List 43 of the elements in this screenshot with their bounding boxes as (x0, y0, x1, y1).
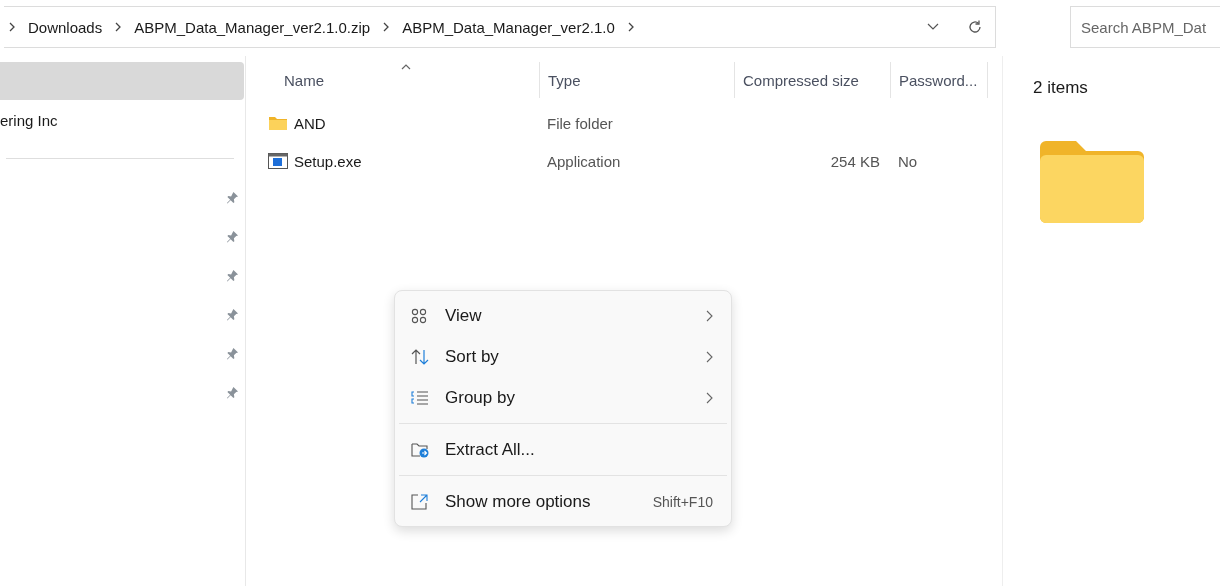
breadcrumb-item[interactable]: Downloads (28, 18, 103, 36)
chevron-icon (626, 22, 635, 32)
breadcrumb-item[interactable]: ABPM_Data_Manager_ver2.1.0 (402, 18, 615, 36)
pin-icon[interactable] (226, 269, 239, 282)
pin-icon[interactable] (226, 230, 239, 243)
folder-icon (268, 115, 288, 131)
chevron-icon (114, 22, 123, 32)
menu-item[interactable]: Sort by (395, 336, 731, 377)
shortcut-text: Shift+F10 (652, 493, 713, 510)
pin-icon[interactable] (226, 308, 239, 321)
folder-icon (1040, 141, 1144, 223)
column-header[interactable]: Type (548, 71, 581, 89)
table-cell: File folder (547, 114, 613, 132)
chevron-icon (8, 22, 16, 32)
pin-icon[interactable] (226, 191, 239, 204)
pin-icon[interactable] (226, 347, 239, 360)
search-field[interactable]: Search ABPM_Dat (1070, 6, 1220, 48)
folder-arrow-icon (411, 441, 429, 458)
breadcrumb-item[interactable]: ABPM_Data_Manager_ver2.1.0.zip (134, 18, 371, 36)
chevron-icon (382, 22, 391, 32)
file-name[interactable]: AND (294, 114, 326, 132)
table-cell: No (898, 152, 918, 170)
menu-item[interactable]: Group by (395, 377, 731, 418)
table-cell: Application (547, 152, 621, 170)
column-header[interactable]: Password... (899, 71, 978, 89)
refresh-icon[interactable] (967, 19, 983, 35)
menu-item[interactable]: View (395, 295, 731, 336)
column-header[interactable]: Name (284, 71, 324, 89)
sort-icon (411, 348, 429, 365)
grid-icon (411, 307, 427, 324)
open-external-icon (411, 493, 429, 510)
list-icon (411, 389, 429, 406)
application-icon (268, 153, 288, 169)
dropdown-icon[interactable] (927, 23, 939, 31)
menu-item[interactable]: Extract All... (395, 429, 731, 470)
address-bar[interactable]: Downloads ABPM_Data_Manager_ver2.1.0.zip ABPM_Data_Manager_ver2.1.0 (4, 6, 996, 48)
table-cell: 254 KB (830, 152, 880, 170)
file-name[interactable]: Setup.exe (294, 152, 362, 170)
menu-item[interactable]: Show more options Shift+F10 (395, 481, 731, 522)
column-header[interactable]: Compressed size (743, 71, 859, 89)
item-count: 2 items (1033, 78, 1089, 98)
sidebar-item[interactable]: ering Inc (0, 102, 244, 140)
pin-icon[interactable] (226, 386, 239, 399)
